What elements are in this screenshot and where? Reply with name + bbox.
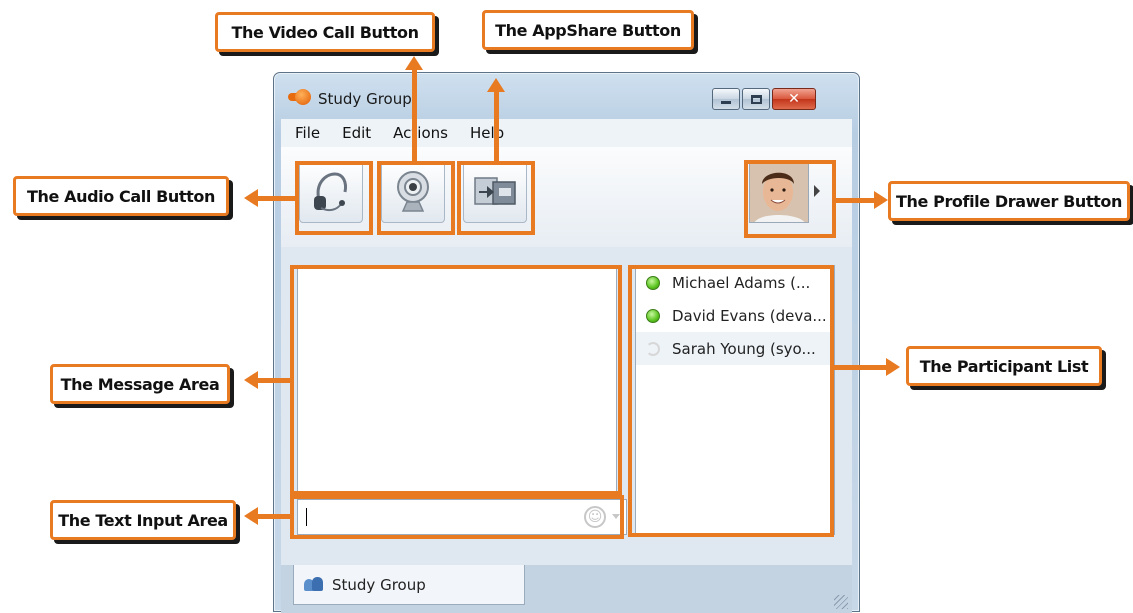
title-bar[interactable]: Study Group ✕: [274, 73, 859, 125]
profile-drawer-connector: [836, 198, 876, 203]
tab-label: Study Group: [332, 575, 426, 594]
arrow-left-icon: [244, 189, 258, 207]
maximize-button[interactable]: [742, 88, 770, 110]
arrow-left-icon: [244, 371, 258, 389]
tab-bar: Study Group: [281, 565, 852, 613]
arrow-left-icon: [244, 507, 258, 525]
callout-message-area: The Message Area: [50, 364, 230, 404]
window-title: Study Group: [318, 90, 412, 108]
arrow-right-icon: [874, 191, 888, 209]
participant-list-connector: [834, 365, 888, 370]
menu-actions[interactable]: Actions: [393, 124, 448, 142]
menu-help[interactable]: Help: [470, 124, 504, 142]
message-area-connector: [256, 378, 292, 383]
arrow-right-icon: [886, 358, 900, 376]
close-button[interactable]: ✕: [772, 88, 816, 110]
group-icon: [304, 576, 324, 593]
participant-list-highlight: [628, 265, 834, 537]
tab-study-group[interactable]: Study Group: [293, 565, 525, 605]
maximize-icon: [750, 94, 762, 104]
app-logo-icon: [288, 89, 312, 105]
arrow-up-icon: [487, 78, 505, 92]
appshare-highlight: [457, 161, 535, 235]
appshare-connector: [494, 88, 499, 163]
arrow-up-icon: [405, 56, 423, 70]
menu-edit[interactable]: Edit: [342, 124, 371, 142]
menu-bar: File Edit Actions Help: [281, 119, 852, 147]
menu-file[interactable]: File: [295, 124, 320, 142]
audio-call-highlight: [295, 161, 373, 235]
callout-text-input: The Text Input Area: [50, 500, 236, 540]
message-area-highlight: [290, 265, 622, 495]
resize-grip[interactable]: [834, 595, 848, 609]
callout-appshare: The AppShare Button: [482, 10, 694, 50]
minimize-icon: [721, 100, 731, 104]
audio-call-connector: [256, 196, 296, 201]
callout-profile-drawer: The Profile Drawer Button: [888, 181, 1130, 221]
callout-participant-list: The Participant List: [906, 346, 1102, 386]
close-icon: ✕: [788, 91, 800, 107]
text-input-highlight: [290, 495, 624, 539]
profile-drawer-highlight: [744, 160, 836, 238]
video-call-highlight: [377, 161, 455, 235]
video-call-connector: [412, 66, 417, 163]
callout-audio-call: The Audio Call Button: [13, 176, 229, 216]
text-input-connector: [256, 514, 292, 519]
callout-video-call: The Video Call Button: [215, 12, 435, 52]
minimize-button[interactable]: [712, 88, 740, 110]
